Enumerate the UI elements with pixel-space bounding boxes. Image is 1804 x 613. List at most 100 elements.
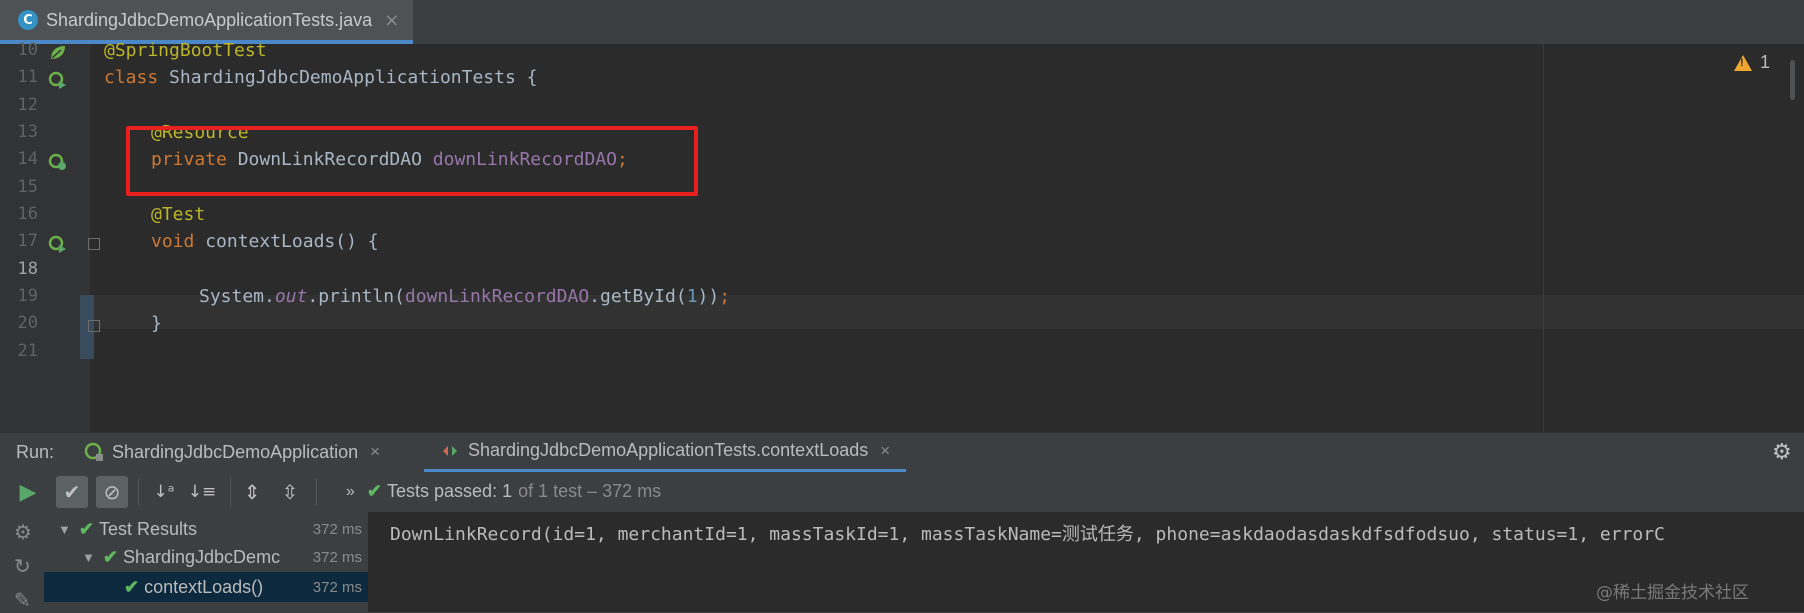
code-line: @SpringBootTest [104,40,267,61]
line-number: 11 [17,67,38,87]
run-tab-tests[interactable]: ShardingJdbcDemoApplicationTests.context… [424,432,907,472]
coverage-icon[interactable]: ⚙ [14,520,32,544]
run-test-icon[interactable] [48,70,68,90]
code-line: class ShardingJdbcDemoApplicationTests { [104,67,537,88]
code-class-name: ShardingJdbcDemoApplicationTests { [158,67,538,88]
tree-label: ShardingJdbcDemc [122,546,281,567]
run-tab-label: ShardingJdbcDemoApplication [112,441,359,462]
run-test-icon[interactable] [48,234,68,254]
toolbar-separator [138,478,139,506]
sort-duration-icon: ↓≡ [187,482,217,502]
run-tab-label: ShardingJdbcDemoApplicationTests.context… [468,440,869,460]
code-line: void contextLoads() { [151,231,379,252]
code-text: .println( [307,286,405,307]
wrench-icon[interactable]: ✎ [14,588,31,612]
code-method: contextLoads() { [194,231,379,252]
passed-check-icon: ✔ [102,546,118,567]
code-line: System.out.println(downLinkRecordDAO.get… [199,286,730,307]
code-brace: } [151,313,162,334]
warning-icon [1734,54,1752,71]
line-number: 10 [17,40,38,60]
highlight-box [126,126,698,196]
code-keyword: void [151,231,195,252]
tree-row-results[interactable]: ▼ ✔ Test Results 372 ms [44,514,368,544]
code-static-field: out [274,286,308,307]
run-panel-label: Run: [16,442,55,462]
expand-all-button[interactable]: ⇕ [236,476,268,508]
watermark: @稀土掘金技术社区 [1596,583,1749,603]
line-number: 14 [17,149,38,169]
rerun-play-icon[interactable]: ▶ [12,476,44,508]
bean-navigate-icon[interactable] [48,152,68,172]
code-text: .getById( [589,286,687,307]
sort-alpha-button[interactable]: ↓ᵃ [148,476,180,508]
chevron-down-icon[interactable]: ▼ [58,522,71,537]
status-count: 1 [502,481,513,501]
spring-boot-icon [84,442,103,461]
close-tab-icon[interactable]: × [384,10,399,31]
code-semicolon: ; [719,286,731,307]
tree-duration: 372 ms [312,548,362,566]
line-number: 20 [17,313,38,333]
passed-check-icon: ✔ [124,576,140,597]
test-config-icon [443,445,457,456]
scrollbar-thumb[interactable] [1790,60,1795,100]
tree-row-class[interactable]: ▼ ✔ ShardingJdbcDemc 372 ms [44,542,368,572]
sort-alpha-icon: ↓ᵃ [153,482,175,502]
passed-check-icon: ✔ [366,481,382,501]
test-status: » ✔ Tests passed: 1 of 1 test – 372 ms [346,481,661,502]
chevron-down-icon[interactable]: ▼ [82,550,95,565]
tree-duration: 372 ms [312,520,362,538]
status-rest: of 1 test – 372 ms [518,481,662,501]
run-toolbar [0,472,1804,512]
expand-all-icon: ⇕ [243,480,261,504]
editor-tab[interactable]: C ShardingJdbcDemoApplicationTests.java … [0,0,414,44]
line-number: 13 [17,122,38,142]
code-keyword: class [104,67,159,88]
rerun-failed-icon[interactable]: ↻ [14,554,31,578]
code-annotation: @Test [151,204,206,225]
passed-check-icon: ✔ [78,518,94,539]
check-icon: ✔ [63,480,81,504]
line-number: 12 [17,95,38,115]
sort-duration-button[interactable]: ↓≡ [186,476,218,508]
show-passed-toggle[interactable]: ✔ [56,476,88,508]
run-tab-application[interactable]: ShardingJdbcDemoApplication × [84,432,380,472]
code-text: )) [697,286,720,307]
line-number: 21 [17,341,38,361]
tree-label: contextLoads() [144,576,264,597]
close-tab-icon[interactable]: × [370,442,380,462]
chevron-right-icon[interactable]: » [346,483,355,501]
console-line: DownLinkRecord(id=1, merchantId=1, massT… [390,524,1665,545]
close-tab-icon[interactable]: × [880,441,890,461]
tree-row-method[interactable]: ✔ contextLoads() 372 ms [44,572,368,602]
code-field: downLinkRecordDAO [404,286,590,307]
code-line: } [151,313,162,334]
warning-count: 1 [1760,52,1771,72]
tree-duration: 372 ms [312,578,362,596]
right-margin-guide [1543,44,1544,432]
collapse-all-button[interactable]: ⇳ [274,476,306,508]
block-icon: ⊘ [103,480,121,504]
code-text: System. [199,286,275,307]
status-passed: Tests passed: [387,481,498,501]
line-number: 18 [17,259,38,279]
settings-gear-icon[interactable]: ⚙ [1772,440,1792,465]
warning-indicator[interactable]: 1 [1734,52,1770,73]
collapse-all-icon: ⇳ [281,480,299,504]
java-class-icon: C [18,10,38,30]
code-annotation: @SpringBootTest [104,40,267,61]
code-line: @Test [151,204,205,225]
line-number: 17 [17,231,38,251]
spring-leaf-icon[interactable] [48,43,68,63]
toolbar-separator [316,478,317,506]
line-number: 19 [17,286,38,306]
show-ignored-toggle[interactable]: ⊘ [96,476,128,508]
line-number: 15 [17,177,38,197]
tree-label: Test Results [98,518,198,539]
code-number: 1 [686,286,698,307]
fold-marker-icon[interactable] [88,320,100,332]
editor-tab-label: ShardingJdbcDemoApplicationTests.java [46,9,373,30]
toolbar-separator [230,478,231,506]
fold-marker-icon[interactable] [88,238,100,250]
